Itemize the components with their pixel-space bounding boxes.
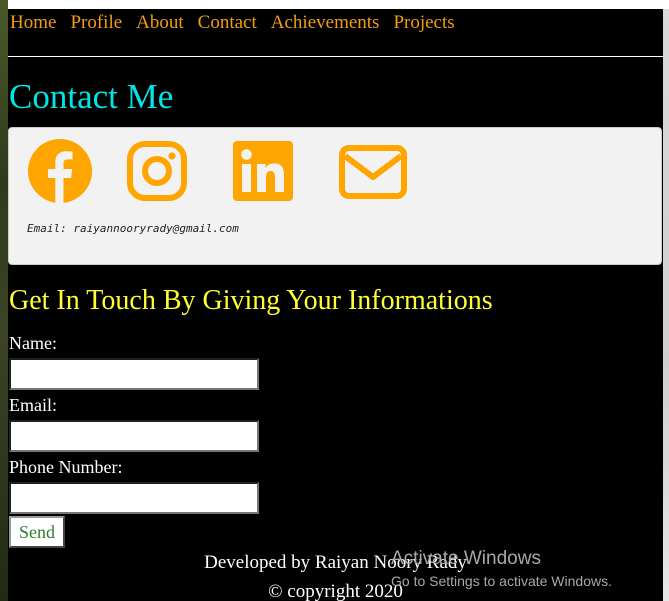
scrollbar[interactable] [663,9,669,601]
nav-divider [8,56,663,57]
name-input[interactable] [9,358,259,390]
instagram-icon[interactable] [127,138,193,204]
form-heading: Get In Touch By Giving Your Informations [9,285,493,316]
nav-projects[interactable]: Projects [393,9,454,37]
desktop-edge-left [0,0,8,601]
phone-input[interactable] [9,482,259,514]
mail-icon[interactable] [339,138,407,204]
nav-about[interactable]: About [136,9,184,37]
send-button[interactable]: Send [9,516,65,548]
page: Home Profile About Contact Achievements … [8,9,663,601]
nav-profile[interactable]: Profile [70,9,122,37]
linkedin-icon[interactable] [233,138,299,204]
name-label: Name: [9,333,57,353]
nav-contact[interactable]: Contact [198,9,257,37]
email-input[interactable] [9,420,259,452]
top-nav: Home Profile About Contact Achievements … [8,9,663,37]
email-address-text: Email: raiyannooryrady@gmail.com [27,222,239,235]
nav-achievements[interactable]: Achievements [271,9,380,37]
phone-label: Phone Number: [9,457,123,477]
browser-top-strip [0,0,669,9]
footer-developer-credit: Developed by Raiyan Noory Rady [204,552,467,573]
activation-watermark-title: Activate Windows [391,548,541,569]
page-title: Contact Me [9,77,174,116]
social-links-card: Email: raiyannooryrady@gmail.com [8,127,662,265]
facebook-icon[interactable] [27,138,93,204]
email-label: Email: [9,395,57,415]
nav-home[interactable]: Home [10,9,56,37]
activation-watermark-subtitle: Go to Settings to activate Windows. [391,573,612,589]
